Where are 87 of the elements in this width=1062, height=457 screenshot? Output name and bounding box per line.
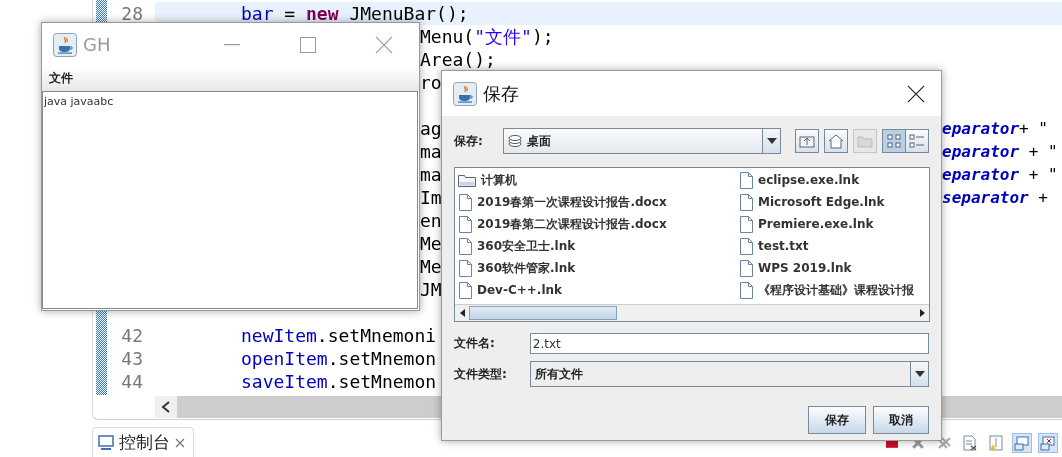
look-in-label: 保存: bbox=[454, 132, 484, 150]
minimize-icon[interactable] bbox=[224, 43, 240, 46]
home-button[interactable] bbox=[824, 129, 848, 153]
code-text: eparator + " bbox=[942, 164, 1058, 186]
file-icon bbox=[739, 259, 753, 277]
scrollbar-thumb[interactable] bbox=[469, 306, 617, 320]
line-number: 28 bbox=[121, 3, 143, 24]
file-name[interactable]: 360软件管家.lnk bbox=[477, 259, 576, 277]
clear-icon bbox=[962, 434, 978, 451]
show-out-icon bbox=[1014, 434, 1030, 451]
code-text: ma bbox=[420, 140, 442, 163]
file-icon bbox=[739, 193, 753, 211]
file-name[interactable]: Premiere.exe.lnk bbox=[758, 217, 874, 231]
file-icon bbox=[739, 171, 753, 189]
list-button[interactable] bbox=[882, 129, 906, 153]
console-tool-button[interactable] bbox=[1012, 432, 1032, 453]
console-tab[interactable]: 控制台 bbox=[92, 427, 194, 457]
code-text: en bbox=[420, 209, 442, 232]
code-text: newItem.setMnemoni bbox=[241, 324, 437, 347]
code-text: Area(); bbox=[420, 48, 496, 71]
file-name[interactable]: 360安全卫士.lnk bbox=[477, 237, 576, 255]
show-err-icon bbox=[1040, 434, 1056, 451]
window-title: GH bbox=[83, 34, 112, 55]
location-dropdown[interactable]: 桌面 bbox=[503, 128, 781, 154]
drive-icon bbox=[508, 134, 523, 148]
file-name[interactable]: 2019春第一次课程设计报告.docx bbox=[477, 193, 667, 211]
file-icon bbox=[458, 281, 472, 299]
list-icon bbox=[884, 131, 904, 151]
file-name[interactable]: test.txt bbox=[758, 239, 809, 253]
triangle-left-icon bbox=[459, 309, 465, 317]
file-icon bbox=[458, 215, 472, 233]
console-tool-button[interactable] bbox=[1038, 432, 1058, 453]
code-text: Me bbox=[420, 255, 442, 278]
text-area[interactable]: java javaabc bbox=[42, 91, 418, 309]
monitor-icon bbox=[98, 434, 114, 451]
code-text: eparator + " bbox=[942, 141, 1058, 163]
triangle-right-icon bbox=[919, 309, 925, 317]
code-text: ag bbox=[420, 117, 442, 140]
code-text: JM bbox=[420, 278, 442, 301]
code-text: Menu("文件"); bbox=[420, 25, 554, 48]
folder-icon bbox=[458, 173, 476, 187]
file-name-label: 文件名: bbox=[454, 335, 496, 352]
file-name-field[interactable]: 2.txt bbox=[529, 333, 929, 354]
file-icon bbox=[458, 193, 472, 211]
line-number: 43 bbox=[121, 348, 143, 369]
cancel-button[interactable]: 取消 bbox=[873, 406, 929, 434]
caret-icon bbox=[914, 371, 925, 377]
code-text: separator + bbox=[942, 187, 1048, 209]
java-cup-icon bbox=[453, 81, 477, 106]
file-name[interactable]: Microsoft Edge.lnk bbox=[758, 195, 885, 209]
caret-icon bbox=[766, 138, 777, 144]
file-icon bbox=[458, 259, 472, 277]
code-text: bar = new JMenuBar(); bbox=[241, 2, 469, 25]
menu-item[interactable]: 文件 bbox=[48, 70, 74, 87]
file-name[interactable]: Dev-C++.lnk bbox=[477, 283, 562, 297]
details-icon bbox=[907, 131, 927, 151]
scroll-lock-icon bbox=[988, 434, 1004, 451]
file-icon bbox=[739, 281, 753, 299]
up-button[interactable] bbox=[795, 129, 819, 153]
close-icon[interactable] bbox=[907, 84, 925, 103]
file-icon bbox=[739, 215, 753, 233]
line-number: 42 bbox=[121, 325, 143, 346]
code-text: ro bbox=[420, 71, 442, 94]
file-name[interactable]: 2019春第二次课程设计报告.docx bbox=[477, 215, 667, 233]
line-number: 44 bbox=[121, 371, 143, 392]
code-text: eparator+ " bbox=[942, 118, 1048, 140]
scroll-left-button[interactable] bbox=[155, 396, 177, 418]
code-text: openItem.setMnemon bbox=[241, 347, 437, 370]
details-button[interactable] bbox=[905, 129, 929, 153]
file-type-label: 文件类型: bbox=[454, 365, 508, 383]
file-name[interactable]: WPS 2019.lnk bbox=[758, 261, 852, 275]
save-button[interactable]: 保存 bbox=[808, 406, 866, 434]
code-text: Me bbox=[420, 232, 442, 255]
chevron-left-icon bbox=[161, 401, 171, 413]
file-icon bbox=[458, 237, 472, 255]
file-name[interactable]: 计算机 bbox=[481, 171, 517, 189]
file-name[interactable]: 《程序设计基础》课程设计报 bbox=[758, 281, 914, 299]
java-cup-icon bbox=[53, 32, 77, 57]
remove-all-icon bbox=[936, 434, 952, 451]
code-text: ma bbox=[420, 163, 442, 186]
code-text: Im bbox=[420, 186, 442, 209]
file-icon bbox=[739, 237, 753, 255]
code-text: saveItem.setMnemon bbox=[241, 370, 437, 393]
maximize-icon[interactable] bbox=[300, 36, 316, 53]
file-name[interactable]: eclipse.exe.lnk bbox=[758, 173, 860, 187]
file-type-dropdown[interactable]: 所有文件 bbox=[529, 361, 929, 387]
dialog-title: 保存 bbox=[483, 81, 520, 106]
